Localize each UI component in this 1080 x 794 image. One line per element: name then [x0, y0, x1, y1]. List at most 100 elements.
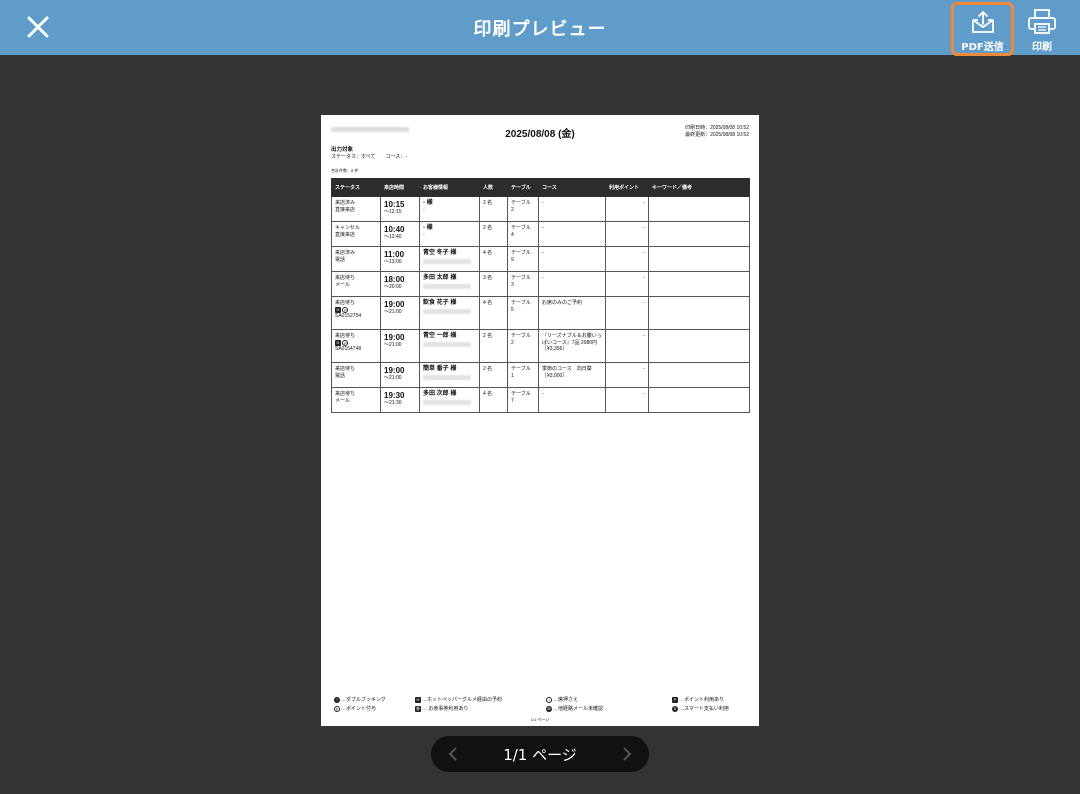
guest-name: 簡単 番子 様 [423, 366, 457, 372]
party-size: 2 名 [479, 196, 508, 222]
start-time: 18:00 [384, 275, 405, 284]
legend-point-grant: …ポイント付与 [341, 706, 377, 712]
guest-sub: - [423, 231, 425, 238]
point-grant-icon: P [342, 339, 349, 346]
keyword-cell [648, 246, 750, 272]
legend-smart-pay: …スマート支払い利用 [679, 706, 729, 712]
column-header: 人数 [479, 178, 508, 197]
column-header: お客様情報 [419, 178, 480, 197]
mail-unconfirmed-icon: ✉ [546, 705, 552, 712]
guest-info-redacted [423, 283, 471, 289]
course: - [538, 196, 606, 222]
column-header: キーワード／備考 [648, 178, 750, 197]
start-time: 19:00 [384, 300, 405, 309]
guest-name: 青空 冬子 様 [423, 250, 457, 256]
route-text: メール [335, 397, 351, 404]
points: - [605, 362, 649, 388]
keyword-cell [648, 196, 750, 222]
legend-meal-ticket: … お食事券利用あり [422, 706, 469, 712]
end-time: ～12:40 [384, 234, 402, 240]
keyword-cell [648, 271, 750, 297]
guest-info-redacted [423, 374, 471, 380]
next-page-button[interactable] [617, 745, 635, 763]
output-condition: ステータス：すべて コース：- [331, 154, 407, 160]
party-size: 2 名 [479, 329, 508, 363]
party-size: 4 名 [479, 296, 508, 330]
point-grant-icon: P [342, 306, 349, 313]
table-number: 1 [511, 372, 514, 379]
print-preview-page: 2025/08/08 (金) 印刷日時：2025/08/08 10:52 最終更… [321, 115, 759, 726]
column-header: 利用ポイント [605, 178, 649, 197]
reservation-table: ステータス 来店時間 お客様情報 人数 テーブル コース 利用ポイント キーワー… [331, 178, 750, 413]
guest-info-redacted [423, 258, 471, 264]
start-time: 19:30 [384, 391, 405, 400]
table-number: 3 [511, 281, 514, 288]
end-time: ～21:00 [384, 375, 402, 381]
legend-col-2: H …ホットペッパーグルメ経由の予約 券… お食事券利用あり [415, 696, 502, 714]
table-row: キャンセル 直接来店 10:40 ～12:40 - 様- 2 名 テーブル 4 - - [331, 221, 750, 247]
keyword-cell [648, 329, 750, 363]
table-number: 2 [511, 206, 514, 213]
end-time: ～21:00 [384, 342, 402, 348]
column-header: コース [538, 178, 606, 197]
start-time: 19:00 [384, 333, 405, 342]
table-row: 来店済み 直接来店 10:15 ～12:15 - 様- 2 名 テーブル 2 - - [331, 196, 750, 222]
page-title: 印刷プレビュー [473, 19, 607, 40]
end-time: ～20:00 [384, 284, 402, 290]
hotpepper-icon: H [335, 306, 341, 313]
hotpepper-icon: H [335, 339, 341, 346]
column-header: 来店時間 [380, 178, 420, 197]
guest-info-redacted [423, 341, 471, 347]
end-time: ～21:30 [384, 400, 402, 406]
table-number: 4 [511, 231, 514, 238]
legend-point-use: …ポイント利用あり [679, 697, 725, 703]
start-time: 10:15 [384, 200, 405, 209]
guest-info-redacted [423, 399, 471, 405]
mail-upload-icon [972, 11, 994, 33]
document-timestamps: 印刷日時：2025/08/08 10:52 最終更新：2025/08/08 10… [685, 125, 749, 139]
points: - [605, 196, 649, 222]
document-page-number: 1/1 ページ [530, 717, 550, 722]
guest-info-redacted [423, 308, 471, 314]
guest-name: 青空 一郎 様 [423, 333, 457, 339]
seat-hold-icon: ◔ [546, 696, 552, 703]
party-size: 2 名 [479, 221, 508, 247]
route-text: 直接来店 [335, 206, 356, 213]
start-time: 19:00 [384, 366, 405, 375]
points: - [605, 329, 649, 363]
chevron-right-icon [623, 747, 632, 761]
keyword-cell [648, 362, 750, 388]
course: - [538, 221, 606, 247]
course: 季節のコース 向日葵［¥3,000］ [538, 362, 606, 388]
points: - [605, 296, 649, 330]
meal-ticket-icon: 券 [415, 705, 421, 712]
print-button[interactable]: 印刷 [1021, 6, 1063, 53]
party-size: 4 名 [479, 387, 508, 413]
legend-seat-hold: …席押さえ [553, 697, 579, 703]
start-time: 11:00 [384, 250, 405, 259]
legend-col-3: ◔ …席押さえ ✉ …他経路メール未確認 [546, 696, 603, 714]
points: - [605, 246, 649, 272]
hotpepper-icon: H [415, 696, 421, 703]
legend-double-booking: …ダブルブッキング [341, 697, 386, 703]
route-text: 電話 [335, 372, 346, 379]
guest-name: 多田 次郎 様 [423, 391, 457, 397]
points: - [605, 271, 649, 297]
guest-name: 飲食 花子 様 [423, 300, 457, 306]
table-row: 来店待ち H P SA0152754 19:00 ～21:00 飲食 花子 様 4 名… [331, 296, 750, 330]
smart-pay-icon: S [672, 705, 678, 712]
keyword-cell [648, 221, 750, 247]
table-row: 来店待ち 電話 19:00 ～21:00 簡単 番子 様 2 名 テーブル 1 季節の… [331, 362, 750, 388]
keyword-cell [648, 296, 750, 330]
total-count: 合計件数：8 件 [331, 168, 359, 173]
legend-mail-unconfirmed: …他経路メール未確認 [553, 706, 604, 712]
point-grant-icon: P [334, 705, 340, 712]
end-time: ～21:00 [384, 309, 402, 315]
top-toolbar: 印刷プレビュー PDF送信 印刷 [0, 0, 1080, 56]
end-time: ～13:00 [384, 259, 402, 265]
course: - [538, 246, 606, 272]
pdf-send-button[interactable]: PDF送信 [951, 2, 1014, 56]
page-navigator: 1/1 ページ [431, 736, 649, 772]
updated-time: 最終更新：2025/08/08 10:52 [685, 132, 749, 138]
route-text: メール [335, 281, 351, 288]
